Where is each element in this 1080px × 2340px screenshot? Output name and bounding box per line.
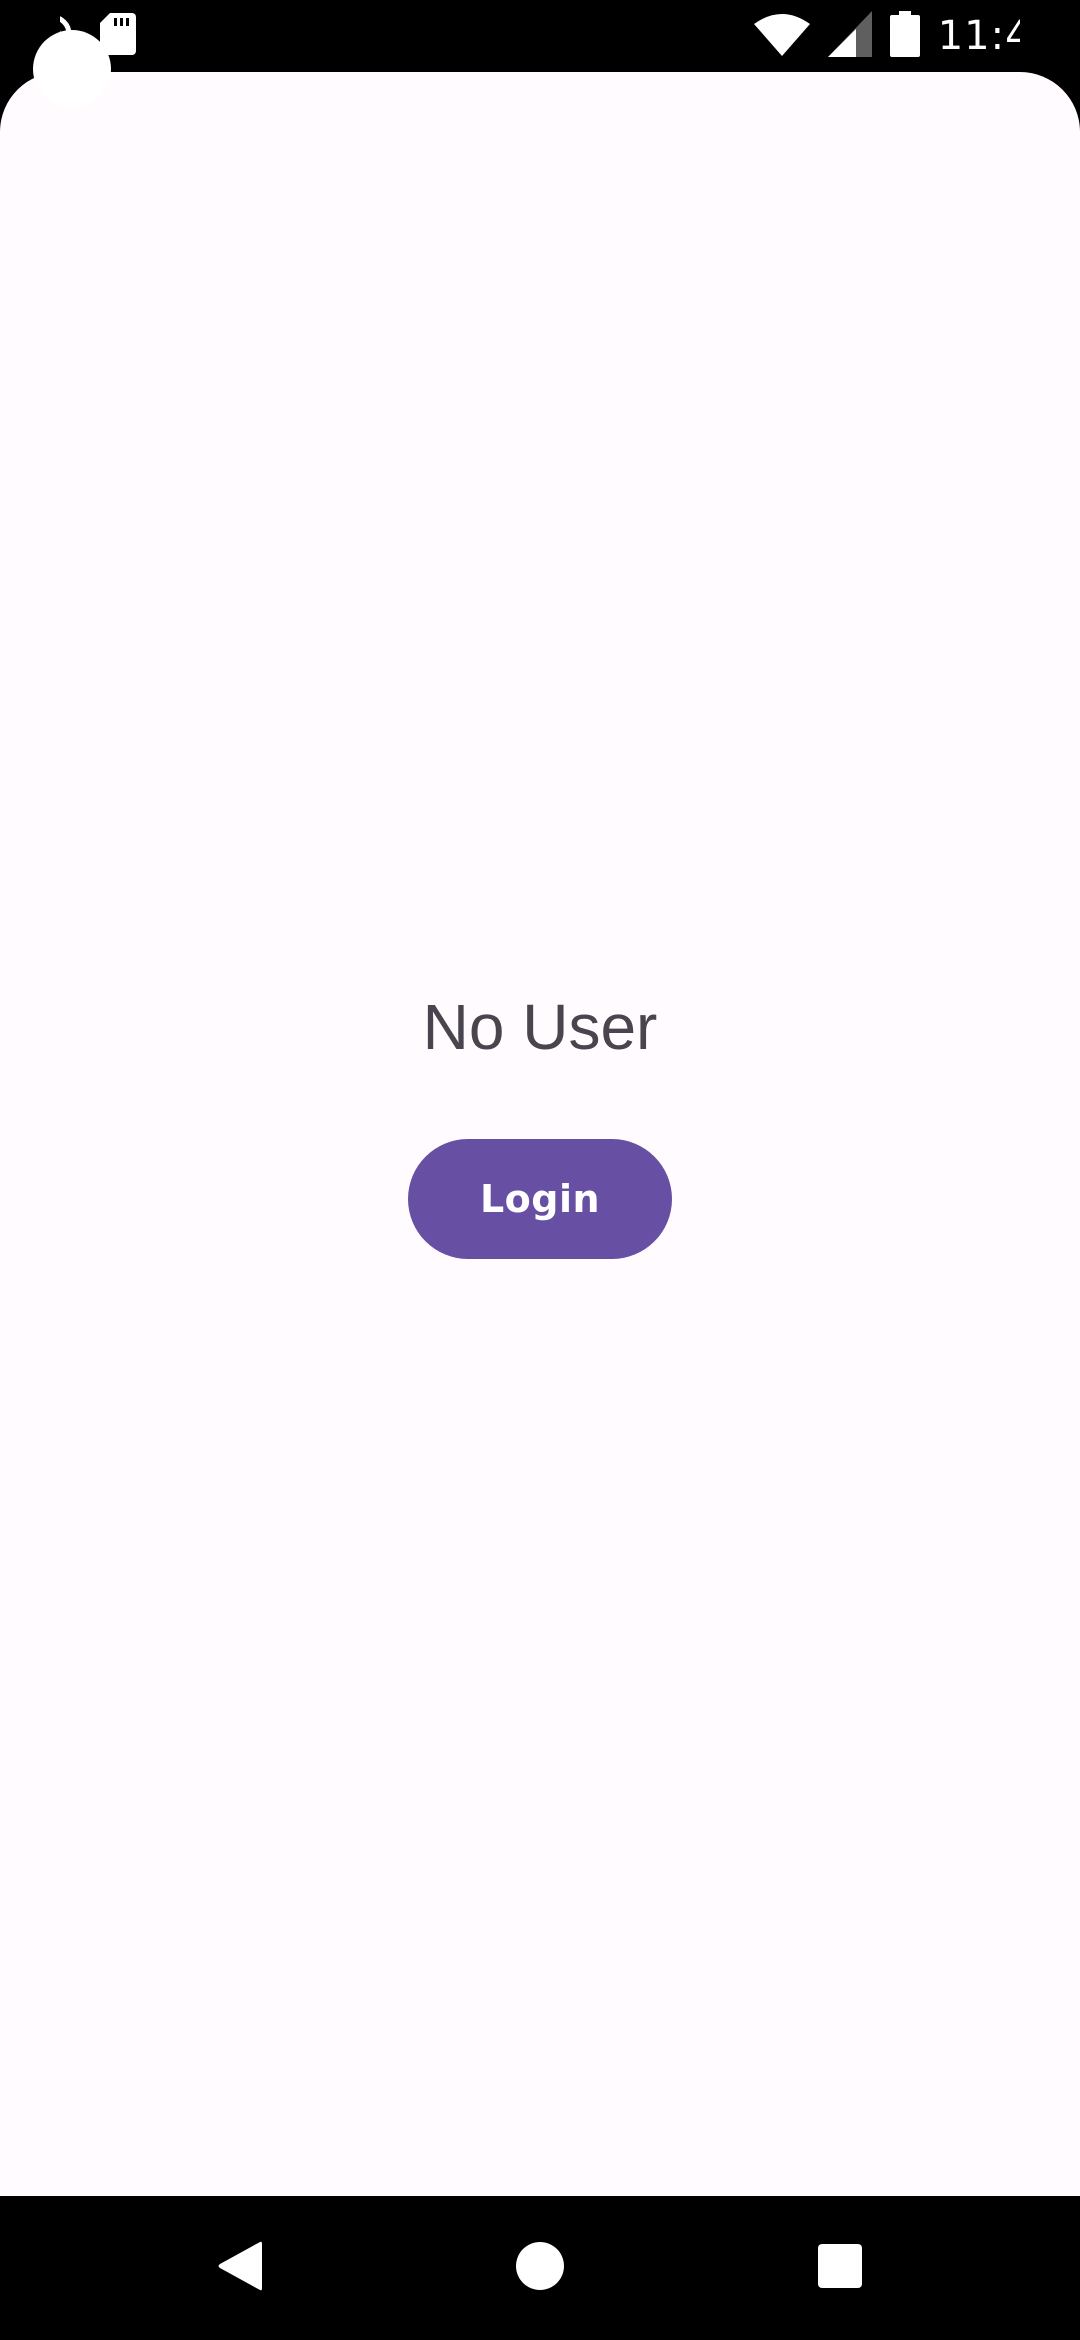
home-button[interactable] [504,2232,576,2304]
back-icon [216,2240,264,2297]
wifi-icon [753,12,810,61]
no-user-message: No User [422,991,658,1063]
login-button[interactable]: Login [408,1139,672,1259]
status-clock: 11:48 [937,13,1058,59]
navigation-bar [0,2196,1080,2340]
phone-screen: 11:48 No User Login [0,0,1080,2340]
recents-button[interactable] [804,2232,876,2304]
status-bar: 11:48 [0,0,1080,72]
recents-icon [817,2243,863,2294]
center-content: No User Login [0,72,1080,2196]
battery-icon [889,10,920,62]
cell-signal-icon [827,10,872,62]
back-button[interactable] [204,2232,276,2304]
floating-bubble[interactable] [33,30,111,108]
home-icon [515,2241,565,2296]
app-content: No User Login [0,72,1080,2196]
status-right-icons: 11:48 [753,8,1058,64]
